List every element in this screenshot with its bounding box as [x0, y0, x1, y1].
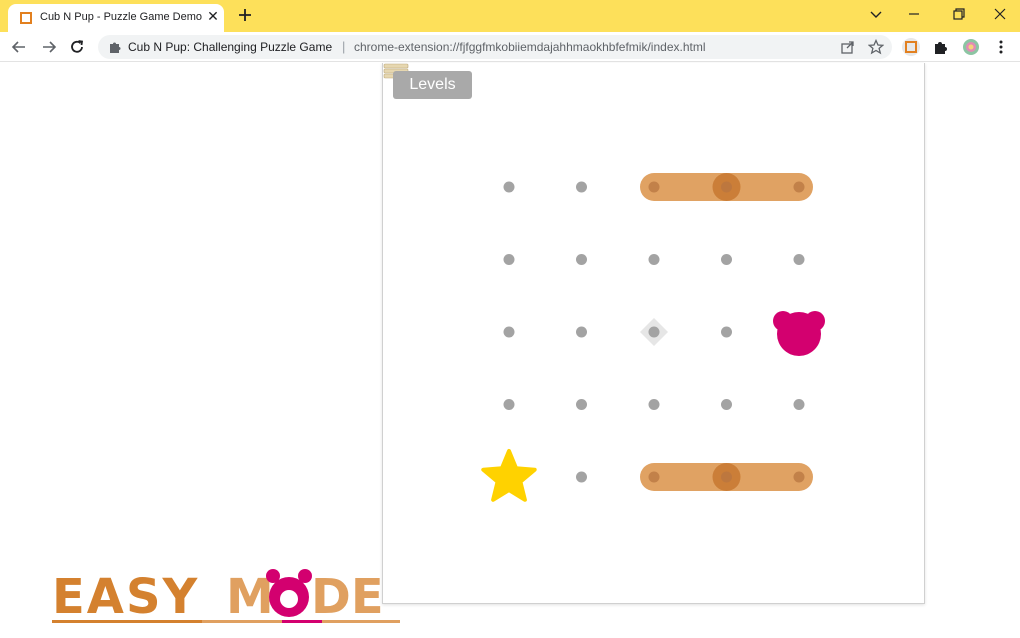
url-text[interactable]: chrome-extension://fjfggfmkobiiemdajahhm…: [354, 40, 706, 54]
site-label: Cub N Pup: Challenging Puzzle Game: [128, 40, 333, 54]
bookmark-star-icon[interactable]: [868, 39, 884, 55]
browser-toolbar: Cub N Pup: Challenging Puzzle Game | chr…: [0, 32, 1020, 62]
grid-dot: [648, 254, 660, 265]
grid-dot: [793, 471, 805, 483]
grid-dot: [721, 471, 732, 483]
grid-dot: [576, 254, 587, 265]
tab-close-icon[interactable]: ✕: [206, 9, 220, 23]
grid-dot: [503, 326, 515, 338]
easy-mode-banner: EASY M DE: [52, 569, 400, 625]
address-bar[interactable]: Cub N Pup: Challenging Puzzle Game | chr…: [98, 35, 892, 59]
grid-dot: [648, 326, 660, 338]
reload-icon[interactable]: [68, 38, 86, 56]
easy-word: EASY: [52, 569, 199, 625]
cub-n-pup-favicon-icon: [20, 12, 32, 24]
tab-cub-n-pup[interactable]: Cub N Pup - Puzzle Game Demo ✕: [8, 4, 224, 32]
grid-dot: [648, 181, 660, 193]
tab-title: Cub N Pup - Puzzle Game Demo: [40, 11, 203, 23]
grid-dot: [576, 326, 587, 338]
grid-dot: [648, 471, 660, 483]
more-menu-icon[interactable]: [992, 38, 1010, 56]
grid-dot: [793, 254, 805, 265]
grid-dot: [576, 471, 587, 483]
banner-underline-mid: [202, 620, 282, 623]
restore-icon[interactable]: [946, 4, 970, 24]
cub-n-pup-extension-icon[interactable]: [902, 38, 920, 56]
grid-dot: [793, 181, 805, 193]
grid-dot: [721, 181, 732, 193]
game-frame: Levels: [382, 63, 925, 604]
star-goal-icon[interactable]: [481, 449, 537, 502]
extension-puzzle-icon: [110, 42, 121, 53]
grid-dot: [793, 399, 805, 410]
share-icon[interactable]: [840, 39, 856, 55]
grid-dot: [576, 181, 587, 193]
back-arrow-icon[interactable]: [10, 38, 28, 56]
banner-underline-accent: [282, 620, 322, 623]
new-tab-icon[interactable]: [236, 6, 254, 24]
grid-dot: [503, 399, 515, 410]
banner-underline: [52, 620, 202, 623]
extensions-puzzle-icon[interactable]: [932, 38, 950, 56]
banner-underline-end: [322, 620, 400, 623]
tab-strip: Cub N Pup - Puzzle Game Demo ✕: [0, 0, 1020, 32]
bear-cub-icon[interactable]: [773, 311, 825, 356]
page-viewport: Levels EASY M DE: [0, 63, 1020, 638]
grid-dot: [721, 254, 732, 265]
grid-dot: [721, 326, 732, 338]
forward-arrow-icon[interactable]: [40, 38, 58, 56]
grid-dot: [576, 399, 587, 410]
tab-search-chevron-icon[interactable]: [864, 4, 888, 24]
grid-dot: [721, 399, 732, 410]
mode-word-de: DE: [311, 569, 384, 625]
profile-avatar-icon[interactable]: [962, 38, 980, 56]
grid-dot: [503, 181, 515, 193]
grid-dot: [648, 399, 660, 410]
omnibox-separator: |: [342, 39, 346, 54]
game-board[interactable]: [383, 63, 926, 604]
grid-dot: [503, 254, 515, 265]
minimize-icon[interactable]: [902, 4, 926, 24]
close-window-icon[interactable]: [988, 4, 1012, 24]
